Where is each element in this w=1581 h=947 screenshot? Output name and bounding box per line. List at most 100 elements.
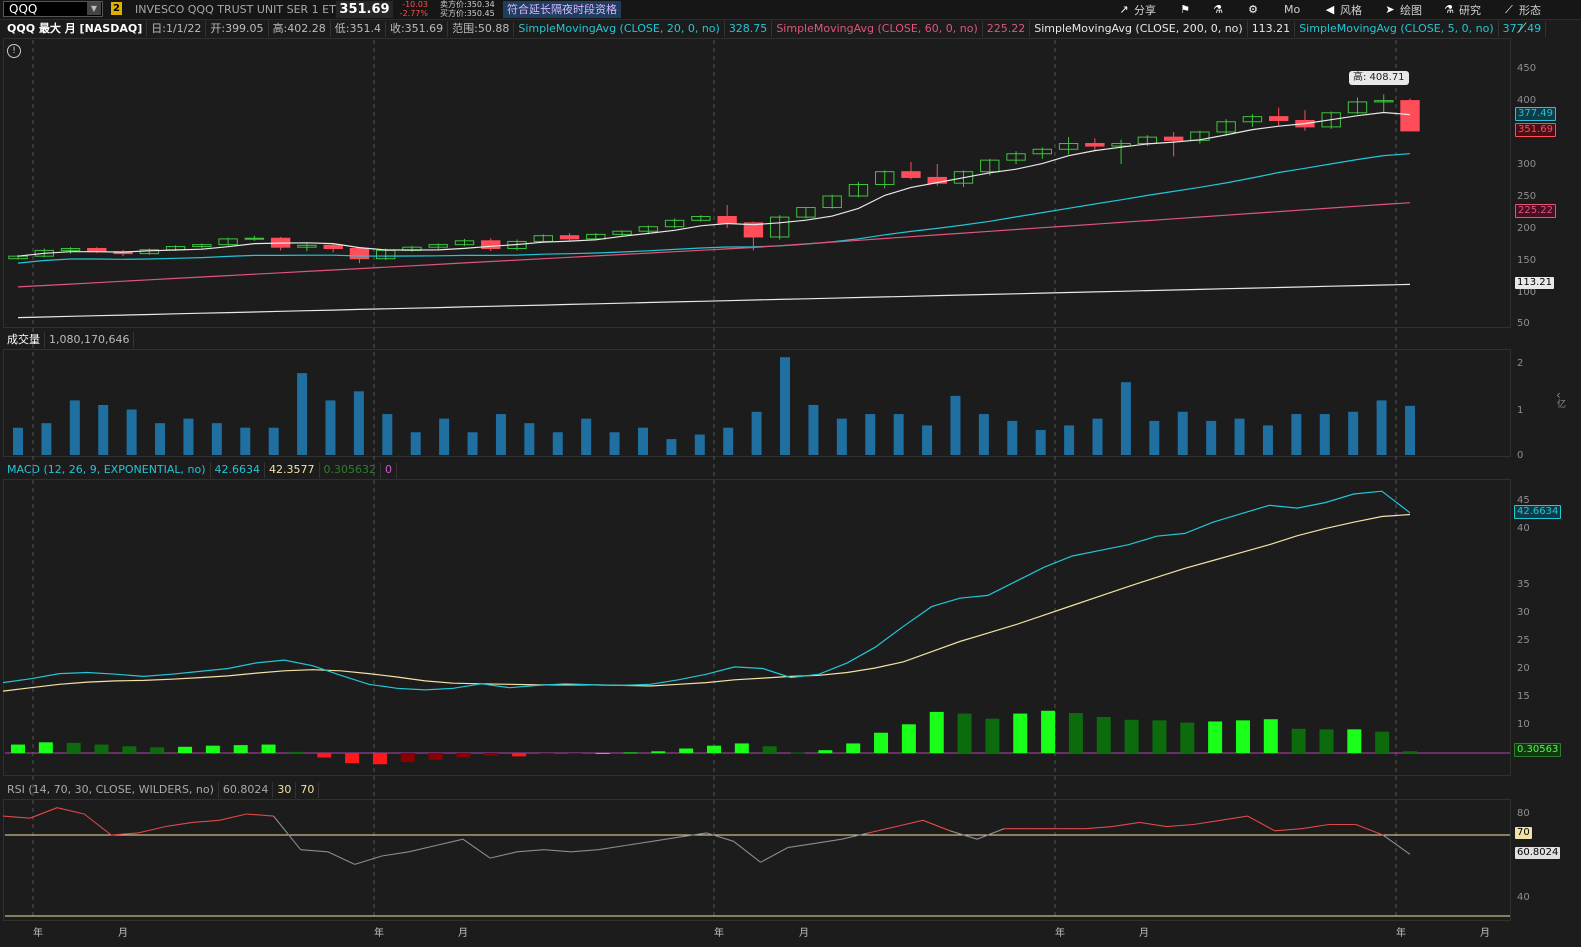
volume-tick: 0 xyxy=(1517,450,1524,461)
volume-bar xyxy=(325,400,336,455)
volume-bar xyxy=(922,425,933,455)
macd-tick: 20 xyxy=(1517,663,1530,674)
volume-bar xyxy=(41,423,52,455)
x-axis-label: 年 xyxy=(1055,928,1065,939)
volume-bar xyxy=(1348,411,1359,455)
macd-line xyxy=(2,490,1411,691)
price-tick: 400 xyxy=(1517,95,1537,106)
rsi-line-segment xyxy=(517,849,545,853)
macd-histogram-bar xyxy=(512,753,527,757)
macd-histogram-bar xyxy=(1208,721,1223,753)
macd-histogram-bar xyxy=(66,742,81,753)
rsi-line-segment xyxy=(2,815,31,819)
price-tick: 150 xyxy=(1517,255,1537,266)
volume-bar xyxy=(609,432,620,455)
macd-tick: 10 xyxy=(1517,719,1530,730)
volume-bar xyxy=(240,427,251,455)
volume-tick: 2 xyxy=(1517,358,1524,369)
rsi-line-segment xyxy=(706,832,734,842)
rsi-line-segment xyxy=(652,836,680,842)
volume-bar xyxy=(155,423,166,455)
macd-histogram-bar xyxy=(1152,720,1167,753)
macd-histogram-bar xyxy=(345,753,360,764)
x-axis-label: 月 xyxy=(118,928,128,939)
volume-bar xyxy=(808,404,819,455)
candle-body xyxy=(244,237,265,240)
x-axis-label: 年 xyxy=(1396,928,1406,939)
macd-histogram-bar xyxy=(874,732,889,753)
volume-bar xyxy=(410,432,421,455)
rsi-line-segment xyxy=(1355,823,1384,836)
volume-bar xyxy=(126,409,137,455)
rsi-line-segment xyxy=(841,832,869,840)
price-tick: 50 xyxy=(1517,318,1530,329)
rsi-line-segment xyxy=(868,826,897,834)
macd-histogram-bar xyxy=(372,753,387,765)
price-tick: 450 xyxy=(1517,63,1537,74)
volume-bar xyxy=(524,423,535,455)
rsi-overbought-tag: 70 xyxy=(1515,827,1532,839)
volume-bar xyxy=(439,418,450,455)
candle-body xyxy=(1163,136,1184,141)
macd-histogram-bar xyxy=(1068,713,1083,753)
macd-histogram-bar xyxy=(261,744,276,753)
rsi-line-segment xyxy=(1220,815,1248,821)
macd-histogram-bar xyxy=(456,753,471,758)
macd-histogram-bar xyxy=(1096,716,1111,753)
macd-histogram-bar xyxy=(1291,728,1306,753)
x-axis-label: 月 xyxy=(799,928,809,939)
rsi-line-segment xyxy=(1247,815,1275,832)
volume-bar xyxy=(1262,425,1273,455)
rsi-line-segment xyxy=(1193,819,1221,826)
volume-bar xyxy=(1206,420,1217,455)
x-axis-label: 月 xyxy=(1139,928,1149,939)
rsi-line-segment xyxy=(1166,823,1194,828)
macd-histogram-bar xyxy=(1403,751,1417,753)
volume-bar xyxy=(751,411,762,455)
macd-histogram-bar xyxy=(400,753,415,763)
volume-bar xyxy=(865,414,876,455)
macd-histogram-bar xyxy=(1235,720,1250,753)
volume-bar xyxy=(467,432,478,455)
sma5-price-tag: 377.49 xyxy=(1515,107,1556,121)
macd-histogram-bar xyxy=(1263,719,1278,753)
volume-bar xyxy=(297,373,308,455)
rsi-line-segment xyxy=(922,819,951,832)
candle-body xyxy=(1400,100,1420,132)
macd-diff-tag: 0.30563 xyxy=(1514,743,1562,757)
candle-body xyxy=(349,247,370,260)
chart-canvas[interactable] xyxy=(0,0,1581,947)
rsi-line-segment xyxy=(219,813,247,821)
rsi-line-segment xyxy=(760,847,788,863)
rsi-line-segment xyxy=(327,851,355,865)
volume-bar xyxy=(552,432,563,455)
price-tick: 300 xyxy=(1517,159,1537,170)
volume-bar xyxy=(1064,425,1075,455)
macd-tick: 40 xyxy=(1517,523,1530,534)
macd-histogram-bar xyxy=(122,746,137,753)
close-price-tag: 351.69 xyxy=(1515,123,1556,137)
rsi-line-segment xyxy=(814,838,842,844)
rsi-line-segment xyxy=(192,819,220,823)
macd-histogram-bar xyxy=(11,744,25,753)
rsi-line-segment xyxy=(1274,828,1302,832)
macd-value-tag: 42.6634 xyxy=(1514,505,1562,519)
price-tick: 250 xyxy=(1517,191,1537,202)
macd-histogram-bar xyxy=(762,746,777,753)
volume-bar xyxy=(1177,411,1188,455)
macd-histogram-bar xyxy=(790,752,805,754)
rsi-line-segment xyxy=(1301,823,1329,830)
macd-histogram-bar xyxy=(289,751,304,753)
macd-histogram-bar xyxy=(205,745,220,753)
volume-bar xyxy=(950,395,961,455)
macd-histogram-bar xyxy=(929,711,944,753)
macd-histogram-bar xyxy=(1013,713,1028,753)
volume-bar xyxy=(978,414,989,455)
rsi-line-segment xyxy=(489,851,518,859)
macd-histogram-bar xyxy=(1124,719,1139,753)
macd-histogram-bar xyxy=(623,752,638,754)
volume-bar xyxy=(211,423,222,455)
macd-histogram-bar xyxy=(818,750,833,753)
volume-bar xyxy=(893,414,904,455)
macd-histogram-bar xyxy=(1180,722,1195,753)
